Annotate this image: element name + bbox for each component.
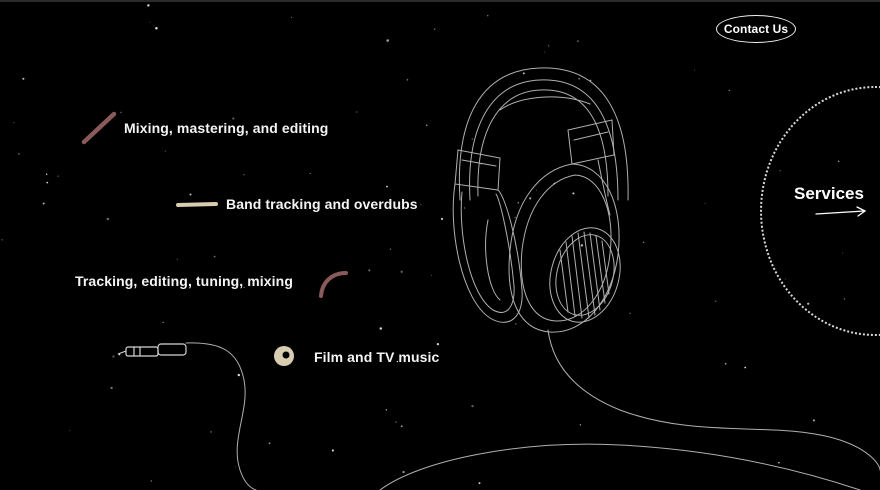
pink-arc-mark <box>319 271 348 298</box>
hero-section: Contact Us Mixing, mastering, and editin… <box>0 0 880 490</box>
service-item-band-tracking[interactable]: Band tracking and overdubs <box>226 196 418 212</box>
service-item-film-tv[interactable]: Film and TV music <box>314 349 439 365</box>
audio-jack-cable <box>117 343 187 357</box>
service-item-mixing[interactable]: Mixing, mastering, and editing <box>124 120 328 136</box>
beige-stroke-mark <box>176 202 218 207</box>
arrow-right-icon[interactable] <box>814 206 868 220</box>
services-link-label[interactable]: Services <box>794 184 864 204</box>
contact-us-button[interactable]: Contact Us <box>716 15 796 43</box>
service-item-tracking[interactable]: Tracking, editing, tuning, mixing <box>75 273 293 289</box>
headphones-illustration <box>117 67 880 490</box>
pink-stroke-mark <box>81 111 117 145</box>
beige-disc-mark <box>274 346 294 366</box>
